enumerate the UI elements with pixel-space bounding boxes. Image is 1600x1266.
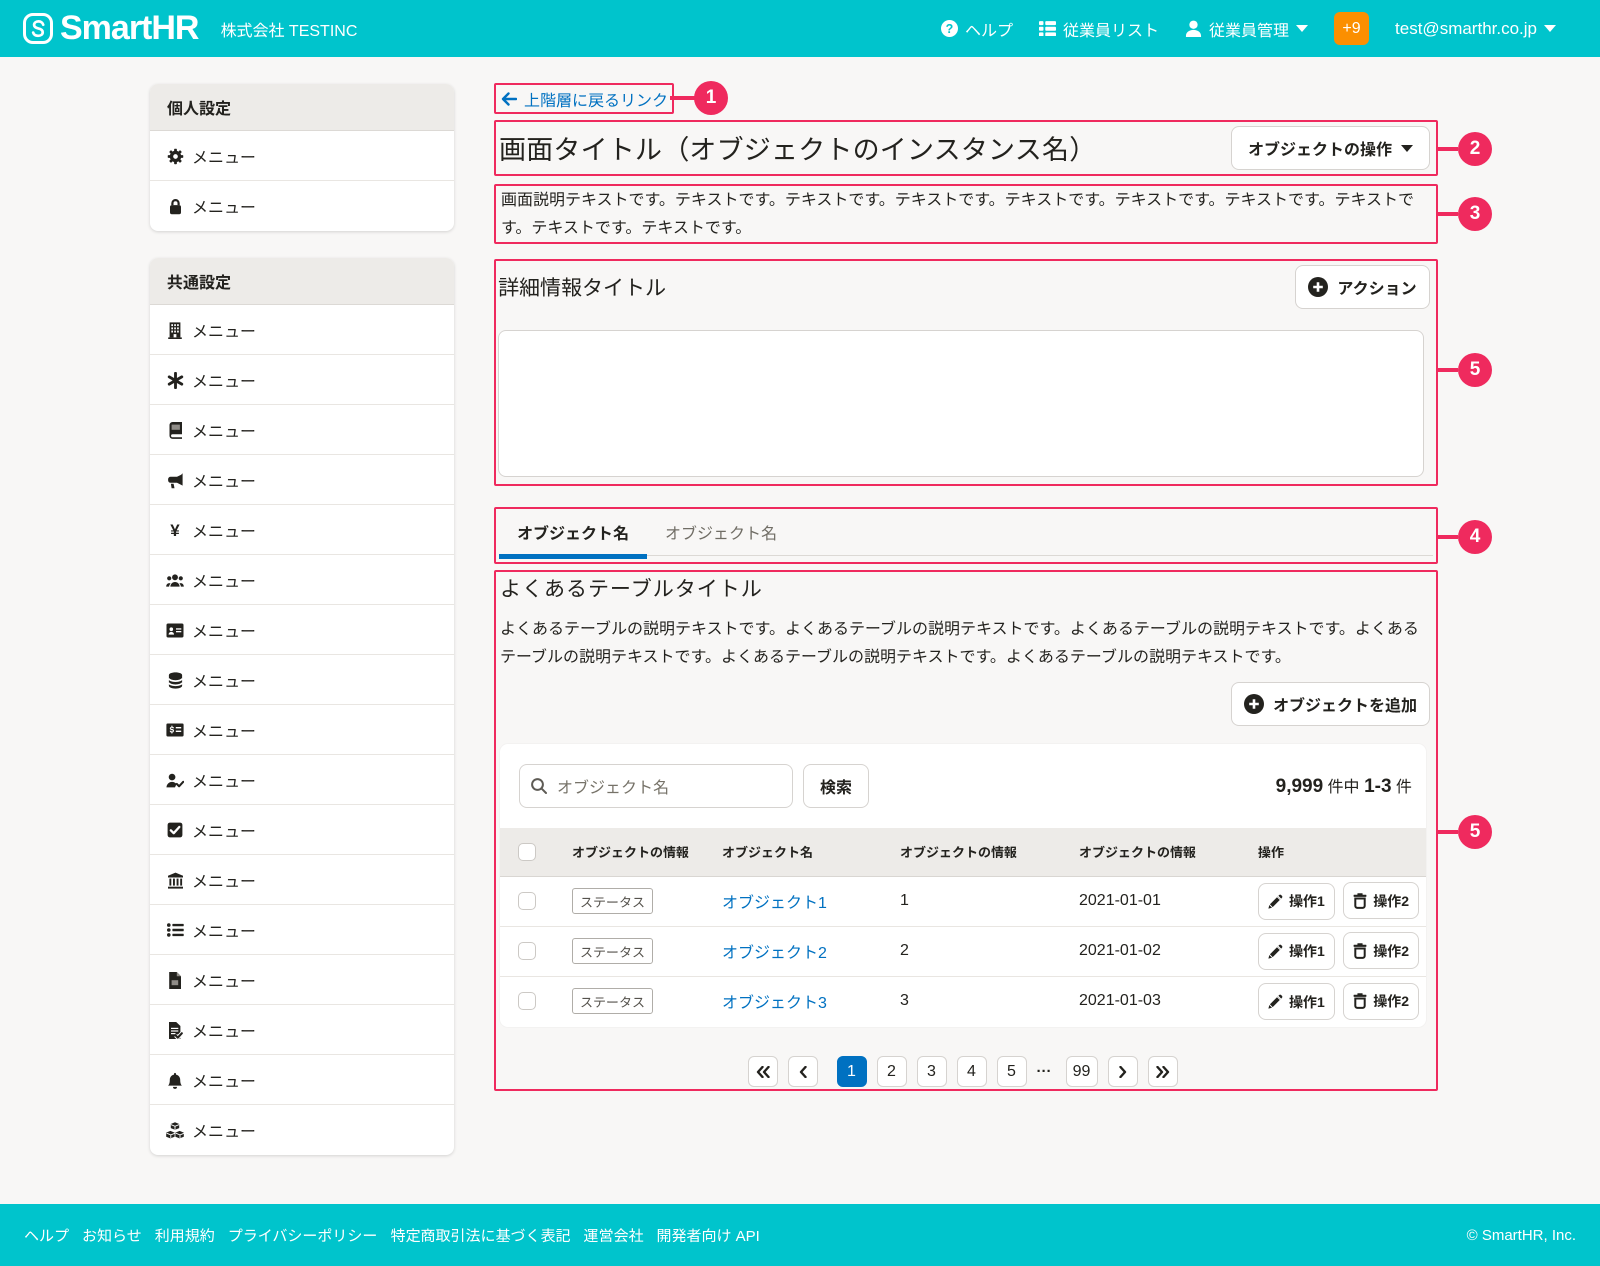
svg-text:?: ? <box>946 22 954 36</box>
